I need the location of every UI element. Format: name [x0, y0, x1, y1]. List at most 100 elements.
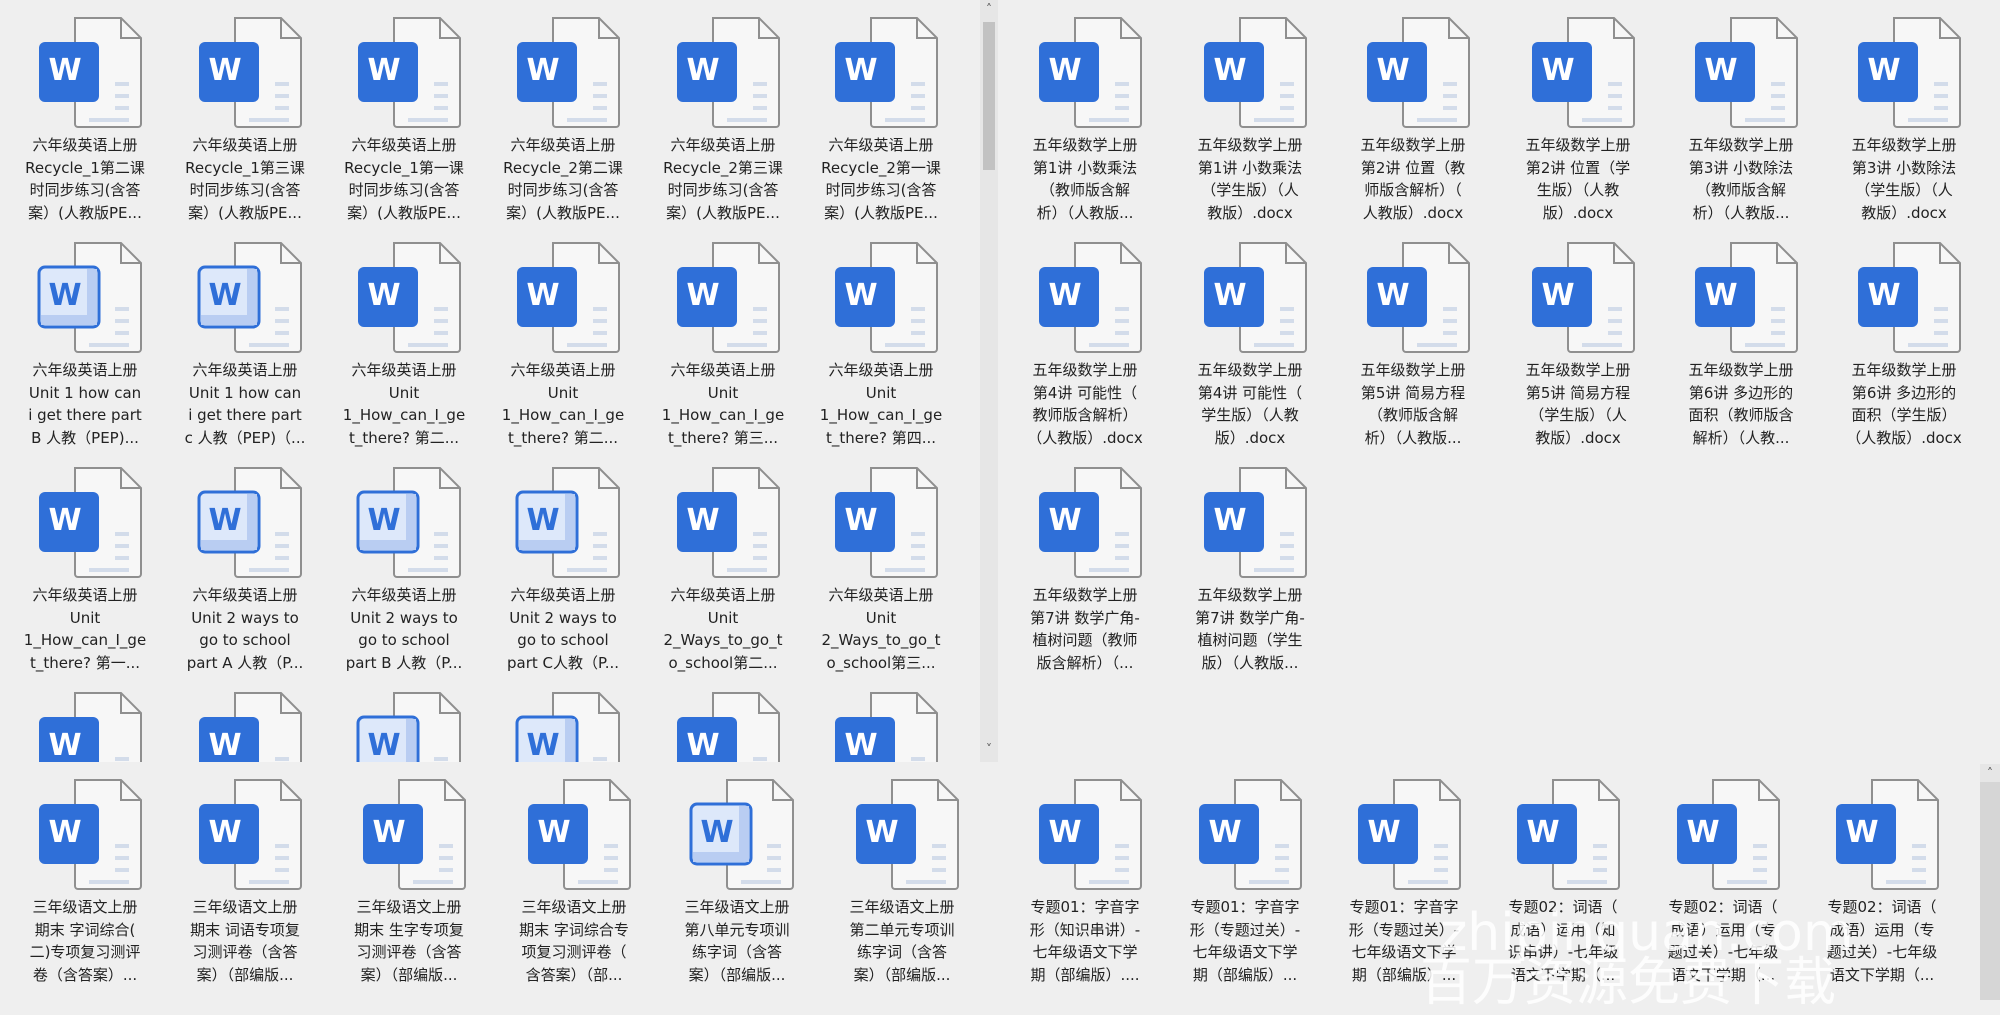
file-item[interactable]: W 三年级语文上册 期末 字词综合专 项复习测评卷（ 含答案）（部...: [499, 776, 649, 991]
word-document-icon: W: [195, 776, 305, 891]
word-document-icon: W: [673, 14, 783, 129]
file-item[interactable]: W: [648, 689, 798, 762]
file-item[interactable]: W 专题02：词语（ 成语）运用（专 题过关）-七年级 语文下学期（...: [1648, 776, 1798, 991]
scroll-up-arrow-icon[interactable]: ˄: [1980, 764, 2000, 782]
file-item[interactable]: W: [170, 689, 320, 762]
scrollbar-top-left[interactable]: ˄ ˅: [980, 0, 998, 762]
file-item[interactable]: W 六年级英语上册 Unit 2 ways to go to school part …: [170, 464, 320, 679]
file-item[interactable]: W 专题02：词语（ 成语）运用（知 识串讲）-七年级 语文下学期（...: [1488, 776, 1638, 991]
file-name: 六年级英语上册 Recycle_1第三课 时同步练习(含答 案）(人教版PE...: [170, 134, 320, 224]
svg-text:W: W: [1686, 815, 1719, 850]
file-item[interactable]: W: [488, 689, 638, 762]
svg-text:W: W: [1376, 278, 1409, 313]
file-name: 六年级英语上册 Recycle_1第一课 时同步练习(含答 案）(人教版PE...: [329, 134, 479, 224]
file-item[interactable]: W 五年级数学上册 第2讲 位置（教 师版含解析）（ 人教版）.docx: [1338, 14, 1488, 229]
file-item[interactable]: W 五年级数学上册 第1讲 小数乘法 （教师版含解 析）（人教版...: [1010, 14, 1160, 229]
file-item[interactable]: W 六年级英语上册 Recycle_2第三课 时同步练习(含答 案）(人教版PE...: [648, 14, 798, 229]
file-name-line: 五年级数学上册: [1032, 136, 1138, 154]
file-item[interactable]: W 六年级英语上册 Unit 2 ways to go to school part …: [329, 464, 479, 679]
file-item[interactable]: W 六年级英语上册 Unit 2_Ways_to_go_t o_school第三...: [806, 464, 956, 679]
scrollbar-bottom-right[interactable]: ˄: [1980, 764, 2000, 1000]
file-item[interactable]: W 五年级数学上册 第7讲 数学广角- 植树问题（教师 版含解析）（...: [1010, 464, 1160, 679]
file-name-line: 六年级英语上册: [670, 136, 776, 154]
scroll-up-arrow-icon[interactable]: ˄: [980, 0, 998, 18]
file-name: 六年级英语上册 Unit 1_How_can_I_ge t_there? 第三...: [648, 359, 798, 449]
svg-text:W: W: [208, 503, 241, 538]
word-document-icon: W: [195, 464, 305, 579]
file-name: 三年级语文上册 期末 生字专项复 习测评卷（含答 案）（部编版...: [334, 896, 484, 986]
file-item[interactable]: W: [806, 689, 956, 762]
file-item[interactable]: W 六年级英语上册 Unit 1_How_can_I_ge t_there? 第三..…: [648, 239, 798, 454]
file-name-line: Recycle_2第三课: [663, 158, 783, 177]
file-name-line: Unit 2 ways to: [350, 608, 458, 627]
file-item[interactable]: W 五年级数学上册 第7讲 数学广角- 植树问题（学生 版）（人教版...: [1175, 464, 1325, 679]
file-name-line: 练字词（含答: [691, 943, 782, 961]
file-item[interactable]: W 六年级英语上册 Unit 1_How_can_I_ge t_there? 第一..…: [10, 464, 160, 679]
file-name-line: t_there? 第二...: [507, 428, 619, 447]
file-name-line: 第4讲 可能性（: [1032, 383, 1138, 402]
file-item[interactable]: W 六年级英语上册 Unit 2_Ways_to_go_t o_school第二...: [648, 464, 798, 679]
svg-text:W: W: [1867, 278, 1900, 313]
file-item[interactable]: W 六年级英语上册 Recycle_2第二课 时同步练习(含答 案）(人教版PE...: [488, 14, 638, 229]
file-name-line: 第2讲 位置（教: [1360, 158, 1466, 177]
word-document-icon: W: [1691, 239, 1801, 354]
file-item[interactable]: W 六年级英语上册 Unit 1 how can i get there part c…: [170, 239, 320, 454]
scroll-down-arrow-icon[interactable]: ˅: [980, 740, 998, 758]
file-item[interactable]: W 五年级数学上册 第2讲 位置（学 生版）（人教 版）.docx: [1503, 14, 1653, 229]
file-item[interactable]: W 三年级语文上册 第八单元专项训 练字词（含答 案）（部编版...: [662, 776, 812, 991]
file-name-line: 六年级英语上册: [32, 361, 138, 379]
file-item[interactable]: W 专题01：字音字 形（专题过关）- 七年级语文下学 期（部编版）...: [1329, 776, 1479, 991]
file-item[interactable]: W 五年级数学上册 第5讲 简易方程 （教师版含解 析）（人教版...: [1338, 239, 1488, 454]
file-name-line: 案）(人教版PE...: [188, 203, 302, 222]
file-item[interactable]: W 专题01：字音字 形（专题过关）- 七年级语文下学 期（部编版）...: [1170, 776, 1320, 991]
file-item[interactable]: W 五年级数学上册 第3讲 小数除法 （学生版）（人 教版）.docx: [1829, 14, 1979, 229]
file-name-line: 2_Ways_to_go_t: [663, 631, 783, 649]
file-name-line: Unit: [547, 383, 579, 402]
file-name-line: 版）（人教版...: [1201, 653, 1299, 672]
file-item[interactable]: W 三年级语文上册 期末 生字专项复 习测评卷（含答 案）（部编版...: [334, 776, 484, 991]
file-name: 三年级语文上册 第二单元专项训 练字词（含答 案）（部编版...: [827, 896, 977, 986]
file-item[interactable]: W 专题01：字音字 形（知识串讲）- 七年级语文下学 期（部编版）....: [1010, 776, 1160, 991]
file-name-line: 五年级数学上册: [1360, 136, 1466, 154]
file-item[interactable]: W 六年级英语上册 Unit 1 how can i get there part B…: [10, 239, 160, 454]
file-name-line: go to school: [358, 631, 450, 649]
file-item[interactable]: W 六年级英语上册 Unit 1_How_can_I_ge t_there? 第二..…: [488, 239, 638, 454]
file-name-line: 教师版含解析）: [1032, 406, 1138, 424]
file-item[interactable]: W 五年级数学上册 第1讲 小数乘法 （学生版）（人 教版）.docx: [1175, 14, 1325, 229]
file-name-line: Unit: [865, 608, 897, 627]
file-name: 五年级数学上册 第7讲 数学广角- 植树问题（学生 版）（人教版...: [1175, 584, 1325, 674]
scrollbar-thumb[interactable]: [983, 22, 995, 170]
word-document-icon: W: [35, 689, 145, 762]
file-name-line: 六年级英语上册: [828, 136, 934, 154]
file-name-line: 三年级语文上册: [849, 898, 955, 916]
file-item[interactable]: W 六年级英语上册 Unit 2 ways to go to school part …: [488, 464, 638, 679]
file-item[interactable]: W 五年级数学上册 第4讲 可能性（ 学生版）（人教 版）.docx: [1175, 239, 1325, 454]
file-item[interactable]: W 六年级英语上册 Recycle_2第一课 时同步练习(含答 案）(人教版PE...: [806, 14, 956, 229]
file-item[interactable]: W: [329, 689, 479, 762]
svg-text:W: W: [48, 53, 81, 88]
file-item[interactable]: W 五年级数学上册 第6讲 多边形的 面积（学生版） （人教版）.docx: [1829, 239, 1979, 454]
file-item[interactable]: W 六年级英语上册 Unit 1_How_can_I_ge t_there? 第四..…: [806, 239, 956, 454]
file-item[interactable]: W 五年级数学上册 第6讲 多边形的 面积（教师版含 解析）（人教...: [1666, 239, 1816, 454]
file-name: 六年级英语上册 Unit 2 ways to go to school part A …: [170, 584, 320, 674]
file-item[interactable]: W 三年级语文上册 期末 字词综合(二)专项复习测评 卷（含答案）...: [10, 776, 160, 991]
file-item[interactable]: W 三年级语文上册 第二单元专项训 练字词（含答 案）（部编版...: [827, 776, 977, 991]
file-item[interactable]: W: [10, 689, 160, 762]
file-item[interactable]: W 六年级英语上册 Recycle_1第三课 时同步练习(含答 案）(人教版PE...: [170, 14, 320, 229]
file-name-line: 案）(人教版PE...: [824, 203, 938, 222]
file-name-line: 成语）运用（知: [1510, 920, 1616, 939]
svg-text:W: W: [526, 53, 559, 88]
file-name: 六年级英语上册 Recycle_1第二课 时同步练习(含答 案）(人教版PE...: [10, 134, 160, 224]
file-item[interactable]: W 五年级数学上册 第3讲 小数除法 （教师版含解 析）（人教版...: [1666, 14, 1816, 229]
file-item[interactable]: W 六年级英语上册 Recycle_1第二课 时同步练习(含答 案）(人教版PE...: [10, 14, 160, 229]
svg-text:W: W: [865, 815, 898, 850]
file-name-line: 面积（教师版含: [1688, 406, 1794, 424]
file-name-line: 第6讲 多边形的: [1851, 383, 1957, 402]
file-item[interactable]: W 六年级英语上册 Recycle_1第一课 时同步练习(含答 案）(人教版PE...: [329, 14, 479, 229]
file-item[interactable]: W 六年级英语上册 Unit 1_How_can_I_ge t_there? 第二..…: [329, 239, 479, 454]
file-item[interactable]: W 专题02：词语（ 成语）运用（专 题过关）-七年级 语文下学期（...: [1807, 776, 1957, 991]
file-item[interactable]: W 五年级数学上册 第5讲 简易方程 （学生版）（人 教版）.docx: [1503, 239, 1653, 454]
file-item[interactable]: W 五年级数学上册 第4讲 可能性（ 教师版含解析） （人教版）.docx: [1010, 239, 1160, 454]
file-item[interactable]: W 三年级语文上册 期末 词语专项复 习测评卷（含答 案）（部编版...: [170, 776, 320, 991]
svg-text:W: W: [526, 728, 559, 762]
